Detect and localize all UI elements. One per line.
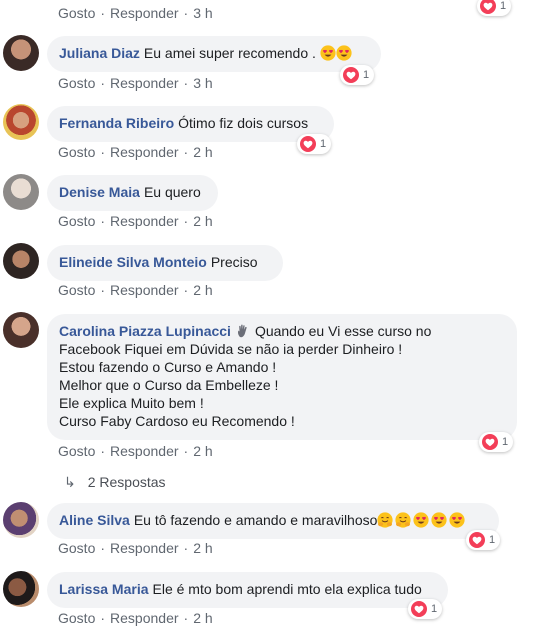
love-reaction-icon [469,532,485,548]
timestamp: 2 h [193,213,213,229]
heart-eyes-emoji-icon [320,45,336,61]
view-replies-link[interactable]: ↳ 2 Respostas [64,474,166,491]
avatar[interactable] [3,104,39,140]
comment-bubble: Juliana Diaz Eu amei super recomendo . [47,36,381,72]
comment-actions: Gosto · Responder · 2 h [58,213,213,229]
avatar[interactable] [3,571,39,607]
reaction-count[interactable]: 1 [466,530,501,550]
comment-text: Ele é mto bom aprendi mto ela explica tu… [152,581,422,597]
like-link[interactable]: Gosto [58,540,95,556]
like-link[interactable]: Gosto [58,443,95,459]
reaction-count[interactable]: 1 [408,599,443,619]
reply-link[interactable]: Responder [110,443,179,459]
comment-author[interactable]: Larissa Maria [59,581,149,597]
comment-text: Ótimo fiz dois cursos [178,115,309,131]
timestamp: 3 h [193,5,213,21]
comment-actions: Gosto · Responder · 2 h [58,443,213,459]
comment-bubble: Fernanda Ribeiro Ótimo fiz dois cursos [47,106,334,142]
comment-text-line: Facebook Fiquei em Dúvida se não ia perd… [59,341,403,357]
comment-text: Eu tô fazendo e amando e maravilhoso [133,512,378,528]
like-link[interactable]: Gosto [58,282,95,298]
reply-link[interactable]: Responder [110,540,179,556]
reply-link[interactable]: Responder [110,144,179,160]
comment-author[interactable]: Aline Silva [59,512,130,528]
comment-actions: Gosto · Responder · 2 h [58,610,213,626]
like-link[interactable]: Gosto [58,75,95,91]
timestamp: 2 h [193,144,213,160]
reply-link[interactable]: Responder [110,213,179,229]
comment-bubble: Denise Maia Eu quero [47,175,218,211]
comment-text-line: Quando eu Vi esse curso no [254,323,432,339]
comment-actions: Gosto · Responder · 2 h [58,144,213,160]
love-reaction-icon [343,67,359,83]
timestamp: 3 h [193,75,213,91]
avatar[interactable] [3,35,39,71]
comment-bubble: Carolina Piazza Lupinacci Quando eu Vi es… [47,314,517,440]
comment-actions: Gosto · Responder · 2 h [58,282,213,298]
comment-author[interactable]: Carolina Piazza Lupinacci [59,323,231,339]
comment-bubble: Aline Silva Eu tô fazendo e amando e mara… [47,503,499,539]
heart-eyes-emoji-icon [431,512,447,528]
reply-link[interactable]: Responder [110,75,179,91]
reply-link[interactable]: Responder [110,5,179,21]
avatar[interactable] [3,312,39,348]
timestamp: 2 h [193,282,213,298]
comment-author[interactable]: Denise Maia [59,184,140,200]
love-reaction-icon [480,0,496,14]
reaction-count[interactable]: 1 [340,65,375,85]
timestamp: 2 h [193,540,213,556]
waving-hand-emoji-icon [235,323,251,339]
love-reaction-icon [300,136,316,152]
comment-text: Eu amei super recomendo . [143,45,316,61]
comment-text: Eu quero [143,184,201,200]
avatar[interactable] [3,502,39,538]
like-link[interactable]: Gosto [58,144,95,160]
love-reaction-icon [482,434,498,450]
comment-text-line: Melhor que o Curso da Embelleze ! [59,377,279,393]
comment-text-line: Estou fazendo o Curso e Amando ! [59,359,277,375]
avatar[interactable] [3,174,39,210]
comment-actions: Gosto · Responder · 2 h [58,540,213,556]
avatar[interactable] [3,243,39,279]
like-link[interactable]: Gosto [58,5,95,21]
hugging-face-emoji-icon [395,512,411,528]
reply-link[interactable]: Responder [110,282,179,298]
timestamp: 2 h [193,443,213,459]
replies-count: 2 Respostas [87,474,166,490]
heart-eyes-emoji-icon [336,45,352,61]
hugging-face-emoji-icon [377,512,393,528]
comment-text-line: Curso Faby Cardoso eu Recomendo ! [59,413,295,429]
comment-author[interactable]: Elineide Silva Monteio [59,254,207,270]
reply-arrow-icon: ↳ [64,474,76,490]
reaction-count[interactable]: 1 [297,134,332,154]
timestamp: 2 h [193,610,213,626]
reply-link[interactable]: Responder [110,610,179,626]
like-link[interactable]: Gosto [58,610,95,626]
comment-actions: Gosto · Responder · 3 h [58,5,213,21]
reaction-count[interactable]: 1 [477,0,512,16]
heart-eyes-emoji-icon [449,512,465,528]
comment-author[interactable]: Juliana Diaz [59,45,140,61]
comment-bubble: Elineide Silva Monteio Preciso [47,245,283,281]
reaction-count[interactable]: 1 [479,432,514,452]
comment-author[interactable]: Fernanda Ribeiro [59,115,174,131]
like-link[interactable]: Gosto [58,213,95,229]
comment-text-line: Ele explica Muito bem ! [59,395,204,411]
heart-eyes-emoji-icon [413,512,429,528]
comment-text: Preciso [210,254,258,270]
comment-actions: Gosto · Responder · 3 h [58,75,213,91]
comment-bubble: Larissa Maria Ele é mto bom aprendi mto e… [47,572,448,608]
love-reaction-icon [411,601,427,617]
